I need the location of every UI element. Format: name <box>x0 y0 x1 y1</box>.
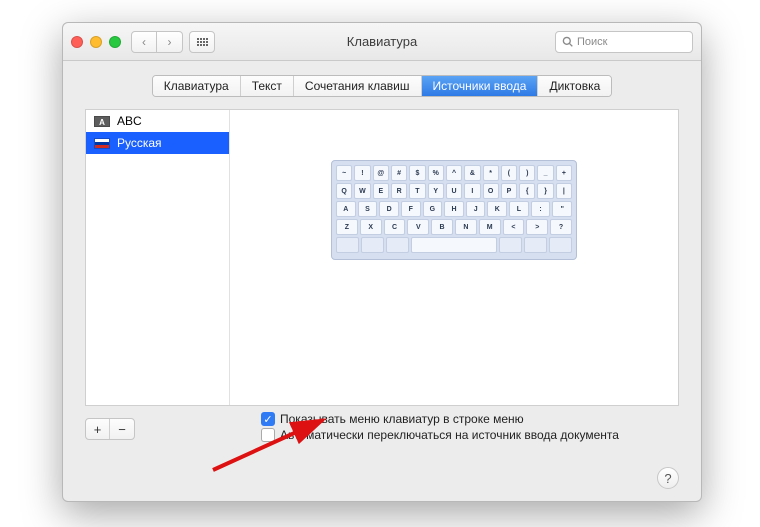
source-label: ABC <box>117 114 142 128</box>
sources-panel: A ABC Русская ~!@#$%^&*()_+QWERTYUIOP{}|AS… <box>85 109 679 406</box>
tab-3[interactable]: Источники ввода <box>422 76 539 96</box>
show-menu-checkbox-row: ✓ Показывать меню клавиатур в строке мен… <box>261 412 619 426</box>
content-area: A ABC Русская ~!@#$%^&*()_+QWERTYUIOP{}|AS… <box>63 109 701 454</box>
options-checks: ✓ Показывать меню клавиатур в строке мен… <box>261 406 619 444</box>
search-input[interactable]: Поиск <box>555 31 693 53</box>
source-item[interactable]: A ABC <box>86 110 229 132</box>
auto-switch-checkbox[interactable] <box>261 428 275 442</box>
forward-button[interactable]: › <box>157 31 183 53</box>
show-all-button[interactable] <box>189 31 215 53</box>
auto-switch-label: Автоматически переключаться на источник … <box>280 428 619 442</box>
close-icon[interactable] <box>71 36 83 48</box>
auto-switch-checkbox-row: Автоматически переключаться на источник … <box>261 428 619 442</box>
flag-icon <box>94 138 110 149</box>
remove-source-button[interactable]: − <box>110 419 134 439</box>
nav-back-forward: ‹ › <box>131 31 183 53</box>
tab-2[interactable]: Сочетания клавиш <box>294 76 422 96</box>
help-button[interactable]: ? <box>657 467 679 489</box>
minimize-icon[interactable] <box>90 36 102 48</box>
back-button[interactable]: ‹ <box>131 31 157 53</box>
add-source-button[interactable]: + <box>86 419 110 439</box>
titlebar: ‹ › Клавиатура Поиск <box>63 23 701 61</box>
tab-1[interactable]: Текст <box>241 76 294 96</box>
grid-icon <box>197 38 208 46</box>
tab-4[interactable]: Диктовка <box>538 76 611 96</box>
keyboard-graphic: ~!@#$%^&*()_+QWERTYUIOP{}|ASDFGHJKL:"ZXC… <box>331 160 577 260</box>
show-menu-label: Показывать меню клавиатур в строке меню <box>280 412 524 426</box>
show-menu-checkbox[interactable]: ✓ <box>261 412 275 426</box>
search-placeholder: Поиск <box>577 36 607 48</box>
tab-0[interactable]: Клавиатура <box>153 76 241 96</box>
source-label: Русская <box>117 136 162 150</box>
search-icon <box>562 36 573 47</box>
zoom-icon[interactable] <box>109 36 121 48</box>
sources-list: A ABC Русская <box>86 110 230 405</box>
source-item[interactable]: Русская <box>86 132 229 154</box>
flag-icon: A <box>94 116 110 127</box>
preferences-window: ‹ › Клавиатура Поиск КлавиатураТекстСоче… <box>62 22 702 502</box>
tab-bar: КлавиатураТекстСочетания клавишИсточники… <box>63 61 701 109</box>
window-controls <box>71 36 121 48</box>
keyboard-preview: ~!@#$%^&*()_+QWERTYUIOP{}|ASDFGHJKL:"ZXC… <box>230 110 678 405</box>
